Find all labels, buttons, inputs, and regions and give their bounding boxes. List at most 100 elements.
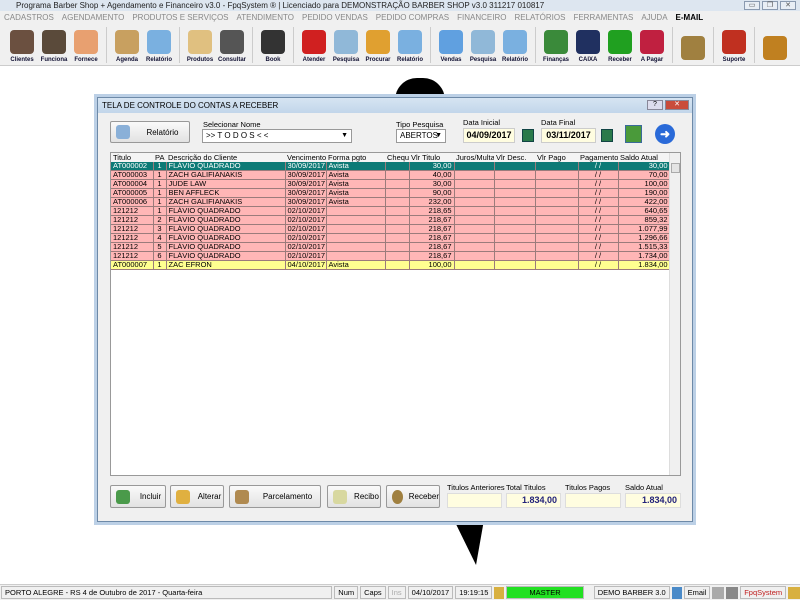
- table-row[interactable]: AT000007 1 ZAC EFRON 04/10/2017 Avista 100,00…: [111, 260, 671, 271]
- menu-item[interactable]: ATENDIMENTO: [237, 11, 294, 25]
- toolbar-button[interactable]: Book: [257, 25, 289, 65]
- table-row[interactable]: 121212 1 FLÁVIO QUADRADO 02/10/2017 218,65 / …: [111, 206, 671, 217]
- restore-button[interactable]: ❐: [762, 1, 778, 10]
- column-header[interactable]: Juros/Multa: [454, 153, 494, 162]
- toolbar-icon: [439, 30, 463, 54]
- column-header[interactable]: Forma pgto: [326, 153, 385, 162]
- data-inicial-input[interactable]: 04/09/2017: [463, 128, 515, 143]
- toolbar-button[interactable]: Produtos: [184, 25, 216, 65]
- toolbar-button[interactable]: Pesquisa: [467, 25, 499, 65]
- menu-item[interactable]: PRODUTOS E SERVIÇOS: [132, 11, 228, 25]
- table-cell: 30/09/2017: [285, 188, 327, 199]
- toolbar-button[interactable]: Atender: [298, 25, 330, 65]
- table-row[interactable]: 121212 2 FLÁVIO QUADRADO 02/10/2017 218,67 / …: [111, 215, 671, 226]
- table-row[interactable]: 121212 4 FLÁVIO QUADRADO 02/10/2017 218,67 / …: [111, 233, 671, 244]
- network-icon[interactable]: [726, 586, 739, 599]
- column-header[interactable]: Cheque: [385, 153, 409, 162]
- column-header[interactable]: Vlr Pago: [535, 153, 578, 162]
- toolbar-button[interactable]: Clientes: [6, 25, 38, 65]
- dialog-close-button[interactable]: ✕: [665, 100, 689, 110]
- minimize-button[interactable]: ▭: [744, 1, 760, 10]
- table-row[interactable]: 121212 3 FLÁVIO QUADRADO 02/10/2017 218,67 / …: [111, 224, 671, 235]
- toolbar-label: Pesquisa: [332, 57, 360, 63]
- table-cell: 02/10/2017: [285, 206, 327, 217]
- parcelamento-button[interactable]: Parcelamento: [229, 485, 321, 508]
- help-button[interactable]: ?: [647, 100, 663, 110]
- table-row[interactable]: AT000002 1 FLÁVIO QUADRADO 30/09/2017 Avista…: [111, 162, 671, 172]
- status-email[interactable]: Email: [683, 586, 711, 599]
- toolbar-button[interactable]: [759, 25, 791, 65]
- toolbar-button[interactable]: Relatório: [143, 25, 175, 65]
- toolbar-separator: [430, 27, 431, 63]
- arrow-right-icon[interactable]: ➜: [655, 124, 675, 144]
- menu-item[interactable]: PEDIDO VENDAS: [302, 11, 368, 25]
- column-header[interactable]: Vlr Titulo: [409, 153, 454, 162]
- toolbar-label: Suporte: [722, 57, 746, 63]
- table-row[interactable]: AT000006 1 ZACH GALIFIANAKIS 30/09/2017 Avis…: [111, 197, 671, 208]
- menu-item[interactable]: FERRAMENTAS: [573, 11, 633, 25]
- table-cell: 30,00: [618, 162, 671, 172]
- printer-icon[interactable]: [712, 586, 725, 599]
- toolbar-button[interactable]: Consultar: [216, 25, 248, 65]
- column-header[interactable]: Titulo: [111, 153, 153, 162]
- menu-item[interactable]: PEDIDO COMPRAS: [376, 11, 449, 25]
- toolbar-button[interactable]: Vendas: [435, 25, 467, 65]
- user-icon: [494, 586, 505, 599]
- email-icon[interactable]: [671, 586, 682, 599]
- column-header[interactable]: PA: [153, 153, 166, 162]
- table-cell: FLÁVIO QUADRADO: [166, 206, 286, 217]
- column-header[interactable]: Vencimento: [285, 153, 326, 162]
- toolbar-button[interactable]: Finanças: [540, 25, 572, 65]
- toolbar-button[interactable]: A Pagar: [636, 25, 668, 65]
- menu-item-email[interactable]: E-MAIL: [676, 11, 704, 25]
- scrollbar-thumb[interactable]: [671, 163, 680, 173]
- toolbar-button[interactable]: Procurar: [362, 25, 394, 65]
- recibo-button[interactable]: Recibo: [327, 485, 381, 508]
- toolbar-button[interactable]: Suporte: [718, 25, 750, 65]
- menu-item[interactable]: RELATÓRIOS: [514, 11, 565, 25]
- table-row[interactable]: 121212 5 FLÁVIO QUADRADO 02/10/2017 218,67 / …: [111, 242, 671, 253]
- calendar-icon[interactable]: [522, 129, 534, 142]
- toolbar-button[interactable]: Relatório: [499, 25, 531, 65]
- menu-item[interactable]: CADASTROS: [4, 11, 54, 25]
- receber-button[interactable]: Receber: [386, 485, 440, 508]
- toolbar-button[interactable]: Fornece: [70, 25, 102, 65]
- tipo-pesquisa-dropdown[interactable]: ABERTOS ▼: [396, 129, 446, 143]
- alterar-button[interactable]: Alterar: [170, 485, 224, 508]
- column-header[interactable]: Saldo Atual: [618, 153, 670, 162]
- select-name-dropdown[interactable]: >> T O D O S < < ▼: [202, 129, 352, 143]
- incluir-button[interactable]: Incluir: [110, 485, 166, 508]
- table-row[interactable]: 121212 6 FLÁVIO QUADRADO 02/10/2017 218,67 / …: [111, 251, 671, 262]
- calendar-icon[interactable]: [601, 129, 613, 142]
- table-cell: 218,67: [409, 215, 455, 226]
- toolbar-button[interactable]: [677, 25, 709, 65]
- table-cell: Avista: [326, 188, 386, 199]
- close-button[interactable]: ✕: [780, 1, 796, 10]
- toolbar-button[interactable]: Receber: [604, 25, 636, 65]
- select-name-value: >> T O D O S < <: [206, 131, 269, 140]
- data-final-input[interactable]: 03/11/2017: [541, 128, 596, 143]
- toolbar-button[interactable]: Funciona: [38, 25, 70, 65]
- menu-item[interactable]: AJUDA: [641, 11, 667, 25]
- menu-item[interactable]: FINANCEIRO: [457, 11, 506, 25]
- menu-item[interactable]: AGENDAMENTO: [62, 11, 125, 25]
- table-row[interactable]: AT000004 1 JUDE LAW 30/09/2017 Avista 30,00 / …: [111, 179, 671, 190]
- table-cell: [385, 170, 410, 181]
- toolbar-button[interactable]: Agenda: [111, 25, 143, 65]
- table-cell: 1: [153, 260, 167, 271]
- toolbar-button[interactable]: Pesquisa: [330, 25, 362, 65]
- column-header[interactable]: Pagamento: [578, 153, 618, 162]
- table-row[interactable]: AT000003 1 ZACH GALIFIANAKIS 30/09/2017 Avis…: [111, 170, 671, 181]
- refresh-icon[interactable]: [625, 125, 642, 143]
- titulos-anteriores-label: Titulos Anteriores: [447, 483, 505, 492]
- relatorio-button[interactable]: Relatório: [110, 121, 190, 143]
- column-header[interactable]: Vlr Desc.: [494, 153, 535, 162]
- toolbar-button[interactable]: CAIXA: [572, 25, 604, 65]
- table-cell: [454, 162, 495, 172]
- vertical-scrollbar[interactable]: [669, 153, 680, 475]
- toolbar-button[interactable]: Relatório: [394, 25, 426, 65]
- table-row[interactable]: AT000005 1 BEN AFFLECK 30/09/2017 Avista 90,0…: [111, 188, 671, 199]
- table-cell: 02/10/2017: [285, 224, 327, 235]
- table-cell: 100,00: [409, 260, 455, 271]
- column-header[interactable]: Descrição do Cliente: [166, 153, 285, 162]
